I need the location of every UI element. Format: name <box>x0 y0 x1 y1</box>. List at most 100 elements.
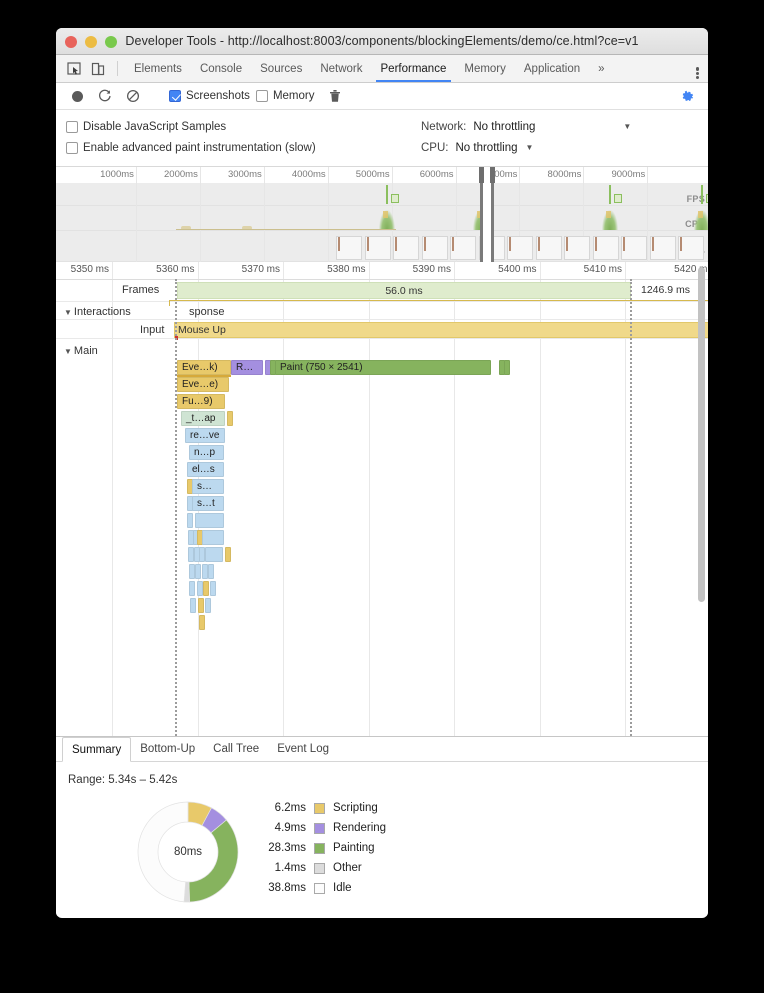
screenshots-checkbox[interactable]: Screenshots <box>169 90 250 102</box>
flamechart-event[interactable] <box>199 615 205 630</box>
flamechart-event[interactable] <box>195 564 201 579</box>
chevron-down-icon[interactable]: ▼ <box>623 122 631 131</box>
flamechart-event[interactable]: s… <box>192 479 224 494</box>
selection-boundary-left[interactable] <box>175 279 177 736</box>
legend-label: Painting <box>333 842 375 854</box>
timeline-overview[interactable]: FPS CPU NET 1000ms2000ms3000ms4000ms5000… <box>56 167 708 262</box>
flamechart-event[interactable] <box>202 530 224 545</box>
minimize-button[interactable] <box>85 36 97 48</box>
flamechart-event[interactable]: re…ve <box>185 428 225 443</box>
inspect-element-icon[interactable] <box>62 55 86 82</box>
flamechart-event[interactable] <box>198 598 204 613</box>
maximize-button[interactable] <box>105 36 117 48</box>
disable-js-samples-row[interactable]: Disable JavaScript Samples <box>66 120 421 133</box>
overview-net-bar <box>537 237 540 251</box>
flamechart-event[interactable]: Fu…9) <box>177 394 225 409</box>
legend-row[interactable]: 6.2ms Scripting <box>252 798 386 818</box>
flamechart-event[interactable] <box>225 547 231 562</box>
overview-cpu-peak-scripting <box>698 211 703 218</box>
tab-network[interactable]: Network <box>311 55 371 82</box>
flamechart-event[interactable] <box>189 581 195 596</box>
flamechart-event[interactable] <box>205 598 211 613</box>
reload-and-record-icon[interactable] <box>92 86 118 106</box>
timeline-tick-label: 5360 ms <box>156 264 195 275</box>
flamechart-event[interactable] <box>203 581 209 596</box>
flamechart-event-label: s… <box>197 481 212 492</box>
settings-row-1: Disable JavaScript Samples Network: No t… <box>66 116 698 137</box>
interactions-track-label[interactable]: ▼ Interactions <box>64 306 131 318</box>
gear-icon[interactable] <box>674 86 700 106</box>
flamechart-event[interactable] <box>205 547 223 562</box>
chevron-down-icon[interactable]: ▼ <box>64 347 72 356</box>
kebab-menu-icon[interactable] <box>686 55 708 82</box>
flamechart-event-label: Eve…e) <box>182 379 219 390</box>
clear-recording-icon[interactable] <box>120 86 146 106</box>
input-event-bar[interactable]: Mouse Up <box>174 322 708 338</box>
flamechart-scrollbar[interactable] <box>698 267 705 602</box>
flamechart-event[interactable]: n…p <box>189 445 224 460</box>
flamechart-event[interactable]: Paint (750 × 2541) <box>275 360 491 375</box>
timeline-flamechart[interactable]: 5350 ms 5360 ms 5370 ms 5380 ms 5390 ms 5400 … <box>56 262 708 736</box>
flamechart-event-label: _t…ap <box>186 413 216 424</box>
flamechart-event[interactable] <box>195 513 224 528</box>
flamechart-event[interactable]: _t…ap <box>181 411 225 426</box>
flamechart-event[interactable]: s…t <box>192 496 224 511</box>
drawer-tab-bottom-up[interactable]: Bottom-Up <box>131 737 204 761</box>
network-throttling-label: Network: <box>421 120 467 133</box>
flamechart-event[interactable] <box>208 564 214 579</box>
overview-tick-label: 4000ms <box>291 169 326 180</box>
legend-row[interactable]: 1.4ms Other <box>252 858 386 878</box>
flamechart-event[interactable] <box>187 513 193 528</box>
disable-js-samples-checkbox[interactable]: Disable JavaScript Samples <box>66 120 226 133</box>
advanced-paint-checkbox[interactable]: Enable advanced paint instrumentation (s… <box>66 141 316 154</box>
legend-row[interactable]: 38.8ms Idle <box>252 878 386 898</box>
flamechart-event[interactable]: Eve…e) <box>177 377 229 392</box>
more-tabs-button[interactable]: » <box>589 55 613 82</box>
drawer-tab-call-tree[interactable]: Call Tree <box>204 737 268 761</box>
flamechart-event[interactable]: Eve…k) <box>177 360 231 375</box>
network-throttling-value[interactable]: No throttling <box>473 121 535 133</box>
disable-js-samples-box[interactable] <box>66 120 78 133</box>
frame-block[interactable]: 56.0 ms <box>177 282 631 299</box>
flamechart-event[interactable]: el…s <box>187 462 224 477</box>
tab-sources[interactable]: Sources <box>251 55 311 82</box>
overview-net-bar <box>651 237 654 251</box>
screenshots-checkbox-box[interactable] <box>169 90 181 102</box>
tab-performance[interactable]: Performance <box>372 55 456 82</box>
selection-handle-left[interactable] <box>479 167 484 183</box>
advanced-paint-box[interactable] <box>66 141 78 154</box>
tab-application[interactable]: Application <box>515 55 589 82</box>
collect-garbage-icon[interactable] <box>322 86 348 106</box>
flamechart-event[interactable]: R… <box>231 360 263 375</box>
record-icon[interactable] <box>64 86 90 106</box>
chevron-down-icon[interactable]: ▼ <box>64 308 72 317</box>
window-controls[interactable] <box>65 36 117 48</box>
cpu-throttling-value[interactable]: No throttling <box>455 142 517 154</box>
close-button[interactable] <box>65 36 77 48</box>
flamechart-event[interactable] <box>504 360 510 375</box>
selection-handle-right[interactable] <box>490 167 495 183</box>
tab-console[interactable]: Console <box>191 55 251 82</box>
memory-checkbox[interactable]: Memory <box>255 90 314 102</box>
drawer-tab-event-log[interactable]: Event Log <box>268 737 338 761</box>
device-toolbar-icon[interactable] <box>86 55 110 82</box>
tab-memory[interactable]: Memory <box>455 55 515 82</box>
drawer-tab-summary[interactable]: Summary <box>62 737 132 762</box>
tab-elements[interactable]: Elements <box>125 55 191 82</box>
flamechart-event[interactable] <box>227 411 233 426</box>
overview-tick: 1000ms <box>100 167 137 262</box>
memory-checkbox-box[interactable] <box>255 90 268 102</box>
timeline-tick-label: 5370 ms <box>241 264 280 275</box>
selection-boundary-right[interactable] <box>630 279 632 736</box>
legend-swatch <box>314 882 325 894</box>
overview-tick-label: 9000ms <box>611 169 646 180</box>
legend-row[interactable]: 28.3ms Painting <box>252 838 386 858</box>
flamechart-event[interactable] <box>190 598 196 613</box>
chevron-down-icon[interactable]: ▼ <box>526 143 534 152</box>
flamechart-event[interactable] <box>210 581 216 596</box>
advanced-paint-row[interactable]: Enable advanced paint instrumentation (s… <box>66 141 421 154</box>
legend-row[interactable]: 4.9ms Rendering <box>252 818 386 838</box>
main-track-label[interactable]: ▼ Main <box>64 345 98 357</box>
overview-selection-window[interactable] <box>479 167 495 262</box>
timeline-tick-label: 5400 ms <box>498 264 537 275</box>
